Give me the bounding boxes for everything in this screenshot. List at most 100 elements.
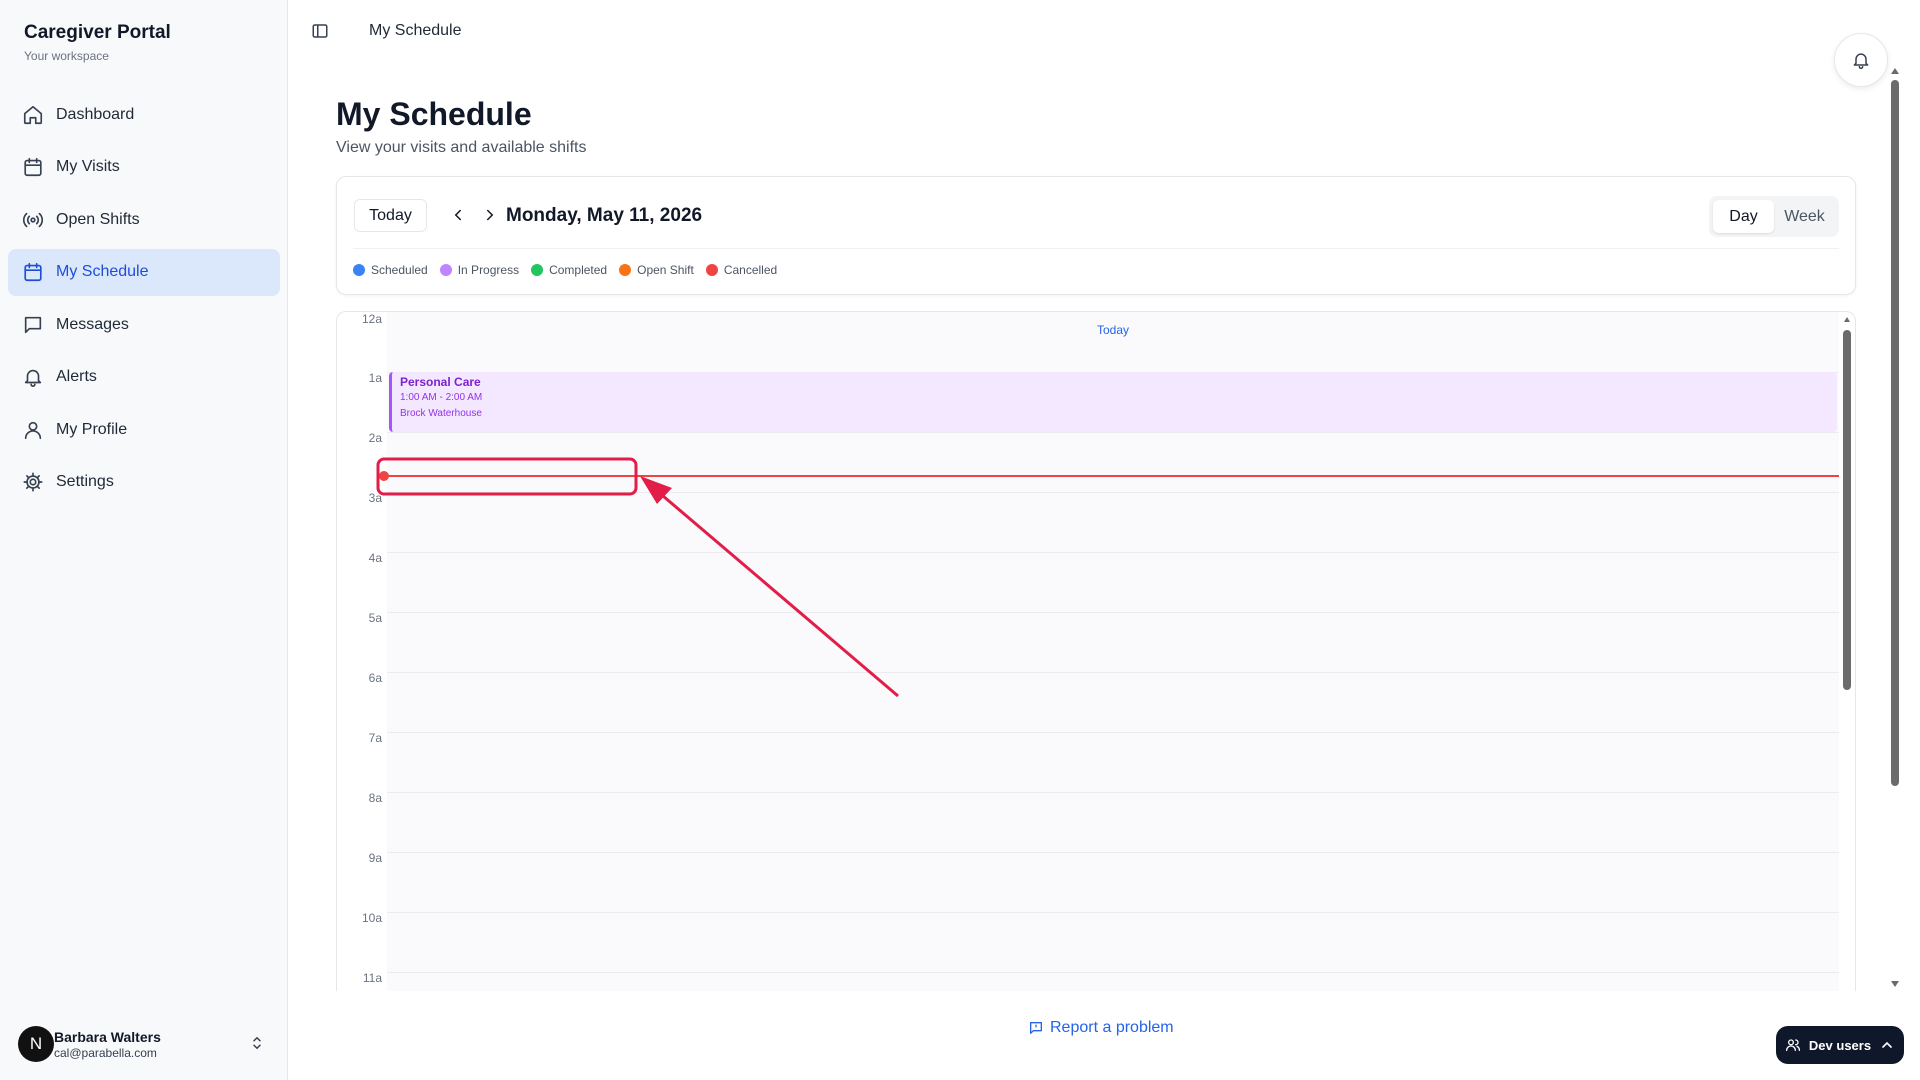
legend-item-cancelled: Cancelled bbox=[705, 263, 778, 277]
calendar-icon bbox=[24, 262, 42, 282]
hour-line bbox=[387, 732, 1839, 733]
user-email: cal@parabella.com bbox=[54, 1045, 157, 1060]
hour-label: 2a bbox=[368, 431, 382, 445]
hour-line bbox=[387, 432, 1839, 433]
sidebar-item-dashboard[interactable]: Dashboard bbox=[8, 91, 280, 138]
home-icon bbox=[23, 105, 43, 124]
scroll-up-icon[interactable] bbox=[1843, 316, 1851, 324]
event-client: Brock Waterhouse bbox=[400, 408, 482, 419]
sidebar-item-label: Open Shifts bbox=[56, 210, 140, 228]
status-legend: Scheduled In Progress Completed Open Shi… bbox=[353, 263, 789, 277]
hour-label: 4a bbox=[368, 551, 382, 565]
legend-dot bbox=[353, 264, 365, 276]
hour-line bbox=[387, 972, 1839, 973]
calendar-scrollbar[interactable] bbox=[1843, 317, 1851, 980]
legend-dot bbox=[619, 264, 632, 276]
calendar-event[interactable]: Personal Care 1:00 AM - 2:00 AM Brock Wa… bbox=[389, 372, 1837, 432]
notifications-button[interactable] bbox=[1834, 33, 1888, 87]
page-title: My Schedule bbox=[336, 96, 532, 132]
current-date: Monday, May 11, 2026 bbox=[506, 205, 703, 226]
bell-icon bbox=[1853, 53, 1869, 70]
dev-users-button[interactable]: Dev users bbox=[1776, 1026, 1904, 1064]
sidebar-toggle-icon[interactable] bbox=[311, 22, 329, 40]
chevron-right-icon[interactable] bbox=[481, 206, 499, 224]
hour-label: 3a bbox=[368, 491, 382, 505]
brand: Caregiver Portal Your workspace bbox=[24, 22, 171, 63]
view-toggle: Day Week bbox=[1709, 196, 1839, 237]
legend-label: Cancelled bbox=[723, 263, 778, 277]
radio-icon bbox=[22, 212, 44, 227]
sidebar-item-label: My Profile bbox=[56, 420, 128, 438]
hour-label: 11a bbox=[362, 971, 382, 985]
bell-icon bbox=[24, 369, 42, 387]
sidebar-item-messages[interactable]: Messages bbox=[8, 301, 280, 348]
sidebar-item-open-shifts[interactable]: Open Shifts bbox=[8, 196, 280, 243]
sidebar-item-alerts[interactable]: Alerts bbox=[8, 354, 280, 401]
chevrons-up-down-icon bbox=[253, 1037, 261, 1049]
hour-line bbox=[387, 552, 1839, 553]
legend-dot bbox=[531, 264, 544, 276]
hour-label: 9a bbox=[368, 851, 382, 865]
hour-label: 7a bbox=[368, 731, 382, 745]
users-icon bbox=[1785, 1039, 1800, 1051]
hour-line bbox=[387, 852, 1839, 853]
sidebar-item-my-visits[interactable]: My Visits bbox=[8, 144, 280, 191]
brand-subtitle: Your workspace bbox=[24, 49, 109, 63]
user-menu[interactable]: N Barbara Walters cal@parabella.com bbox=[18, 1022, 274, 1066]
legend-label: Open Shift bbox=[637, 263, 694, 277]
legend-label: Completed bbox=[549, 263, 608, 277]
hour-label: 1a bbox=[368, 371, 382, 385]
report-problem-label: Report a problem bbox=[1050, 1019, 1174, 1036]
brand-title: Caregiver Portal bbox=[24, 22, 171, 43]
event-time: 1:00 AM - 2:00 AM bbox=[400, 392, 483, 403]
sidebar-item-label: Dashboard bbox=[56, 105, 135, 123]
user-info: Barbara Walters cal@parabella.com bbox=[54, 1029, 161, 1060]
page-scroll-thumb[interactable] bbox=[1891, 80, 1899, 786]
avatar: N bbox=[18, 1026, 54, 1062]
legend-dot bbox=[439, 264, 452, 276]
current-time-dot bbox=[379, 471, 389, 481]
gear-icon bbox=[23, 472, 43, 492]
sidebar-item-label: Settings bbox=[56, 473, 114, 490]
scroll-up-icon[interactable] bbox=[1890, 66, 1900, 76]
hour-line bbox=[387, 612, 1839, 613]
event-title: Personal Care bbox=[400, 375, 481, 389]
hour-label: 6a bbox=[368, 671, 382, 685]
calendar-icon bbox=[24, 157, 42, 177]
legend-item-in-progress: In Progress bbox=[439, 263, 520, 277]
view-day-button[interactable]: Day bbox=[1713, 200, 1774, 233]
hour-line bbox=[387, 672, 1839, 673]
view-week-button[interactable]: Week bbox=[1774, 200, 1835, 233]
message-icon bbox=[24, 316, 42, 333]
report-problem-link[interactable]: Report a problem bbox=[1028, 1019, 1174, 1037]
current-time-line bbox=[381, 475, 1839, 477]
today-button[interactable]: Today bbox=[354, 199, 427, 232]
day-column-header: Today bbox=[1096, 323, 1130, 337]
legend-dot bbox=[705, 264, 718, 276]
legend-label: Scheduled bbox=[371, 263, 428, 277]
hour-line bbox=[387, 492, 1839, 493]
page-scrollbar[interactable] bbox=[1890, 66, 1900, 989]
legend-item-completed: Completed bbox=[531, 263, 607, 277]
legend-item-open-shift: Open Shift bbox=[619, 263, 694, 277]
user-icon bbox=[24, 421, 42, 439]
page-subtitle: View your visits and available shifts bbox=[336, 139, 587, 156]
day-calendar[interactable]: 12a 1a 2a 3a 4a 5a 6a 7a 8a 9a 10a 11a T… bbox=[336, 311, 1856, 991]
calendar-scroll-thumb[interactable] bbox=[1843, 330, 1851, 690]
sidebar-item-my-schedule[interactable]: My Schedule bbox=[8, 248, 280, 296]
sidebar-item-my-profile[interactable]: My Profile bbox=[8, 406, 280, 453]
chevron-up-icon bbox=[1882, 1041, 1892, 1048]
sidebar-item-settings[interactable]: Settings bbox=[8, 459, 280, 506]
sidebar-item-label: My Schedule bbox=[56, 263, 149, 280]
chevron-left-icon[interactable] bbox=[449, 206, 467, 224]
hour-label: 10a bbox=[361, 911, 382, 925]
calendar-toolbar: Today Monday, May 11, 2026 Day Week Sche… bbox=[336, 176, 1856, 295]
legend-item-scheduled: Scheduled bbox=[353, 263, 428, 277]
hour-label: 12a bbox=[361, 312, 382, 326]
sidebar-item-label: My Visits bbox=[56, 158, 120, 175]
scroll-down-icon[interactable] bbox=[1890, 979, 1900, 989]
legend-label: In Progress bbox=[457, 263, 520, 277]
sidebar-item-label: Messages bbox=[56, 315, 129, 333]
hour-line bbox=[387, 912, 1839, 913]
sidebar: Caregiver Portal Your workspace Dashboar… bbox=[0, 0, 288, 1080]
